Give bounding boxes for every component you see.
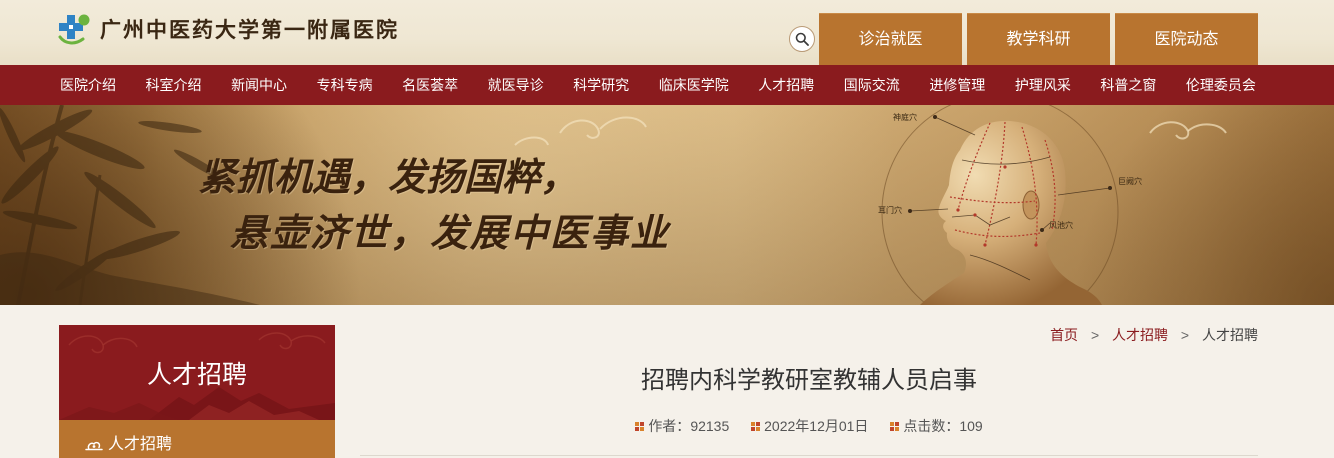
search-button[interactable] — [789, 26, 815, 52]
sidebar-title: 人才招聘 — [146, 361, 247, 389]
article-date: 2022年12月01日 — [751, 418, 868, 434]
nav-item-specialties[interactable]: 专科专病 — [317, 65, 373, 105]
cloud-icon — [85, 441, 103, 451]
hospital-logo-icon[interactable] — [57, 12, 91, 46]
breadcrumb: 首页 > 人才招聘 > 人才招聘 — [1050, 327, 1258, 344]
sidebar-item-recruitment[interactable]: 人才招聘 — [59, 420, 335, 458]
nav-item-nursing[interactable]: 护理风采 — [1015, 65, 1071, 105]
acupoint-label: 巨阙穴 — [1118, 177, 1142, 186]
article-title: 招聘内科学教研室教辅人员启事 — [641, 367, 977, 394]
main-nav: 医院介绍 科室介绍 新闻中心 专科专病 名医荟萃 就医导诊 科学研究 临床医学院… — [0, 65, 1334, 105]
nav-item-patient-guide[interactable]: 就医导诊 — [488, 65, 544, 105]
acupoint-label: 神庭穴 — [893, 113, 917, 122]
banner-slogan-line-1: 紧抓机遇，发扬国粹， — [198, 154, 579, 199]
article-clicks: 点击数：109 — [890, 418, 983, 434]
sidebar-item-label: 人才招聘 — [108, 436, 173, 453]
date-value: 2022年12月01日 — [764, 418, 869, 434]
nav-item-training[interactable]: 进修管理 — [929, 65, 985, 105]
clicks-value: 109 — [959, 418, 983, 434]
meta-dot-icon — [890, 422, 900, 431]
meta-dot-icon — [635, 422, 645, 431]
clicks-label: 点击数： — [903, 418, 960, 434]
breadcrumb-home[interactable]: 首页 — [1050, 327, 1078, 343]
article-divider — [360, 455, 1258, 456]
nav-item-famous-doctors[interactable]: 名医荟萃 — [402, 65, 458, 105]
site-header: 广州中医药大学第一附属医院 诊治就医 教学科研 医院动态 — [0, 0, 1334, 65]
nav-item-clinical-school[interactable]: 临床医学院 — [659, 65, 729, 105]
nav-item-ethics-committee[interactable]: 伦理委员会 — [1186, 65, 1256, 105]
nav-item-recruitment[interactable]: 人才招聘 — [758, 65, 814, 105]
acupoint-label: 风池穴 — [1049, 221, 1073, 230]
breadcrumb-separator: > — [1090, 327, 1100, 343]
breadcrumb-separator: > — [1180, 327, 1190, 343]
article-author: 作者：92135 — [635, 418, 729, 434]
search-icon — [795, 32, 809, 46]
nav-item-hospital-intro[interactable]: 医院介绍 — [60, 65, 116, 105]
quick-link-hospital-news[interactable]: 医院动态 — [1115, 13, 1258, 65]
nav-item-departments[interactable]: 科室介绍 — [146, 65, 202, 105]
nav-item-science-popularization[interactable]: 科普之窗 — [1100, 65, 1156, 105]
main-nav-items: 医院介绍 科室介绍 新闻中心 专科专病 名医荟萃 就医导诊 科学研究 临床医学院… — [60, 65, 1256, 105]
breadcrumb-recruitment-section[interactable]: 人才招聘 — [1112, 327, 1168, 343]
author-value: 92135 — [690, 418, 730, 434]
banner-slogan-line-2: 悬壶济世，发展中医事业 — [230, 210, 671, 255]
quick-link-teaching-research[interactable]: 教学科研 — [967, 13, 1110, 65]
nav-item-international[interactable]: 国际交流 — [844, 65, 900, 105]
nav-item-news-center[interactable]: 新闻中心 — [231, 65, 287, 105]
author-label: 作者： — [648, 418, 691, 434]
acupoint-label: 耳门穴 — [878, 206, 902, 215]
breadcrumb-current: 人才招聘 — [1202, 327, 1258, 343]
nav-item-research[interactable]: 科学研究 — [573, 65, 629, 105]
meta-dot-icon — [751, 422, 761, 431]
quick-link-medical-care[interactable]: 诊治就医 — [819, 13, 962, 65]
hero-banner: 紧抓机遇，发扬国粹， 悬壶济世，发展中医事业 神庭穴 巨阙穴 耳门穴 风池穴 — [0, 105, 1334, 305]
hospital-name[interactable]: 广州中医药大学第一附属医院 — [100, 16, 399, 44]
banner-background — [0, 105, 1334, 305]
article-meta: 作者：92135 2022年12月01日 点击数：109 — [360, 418, 1258, 434]
sidebar-header: 人才招聘 — [59, 325, 335, 420]
